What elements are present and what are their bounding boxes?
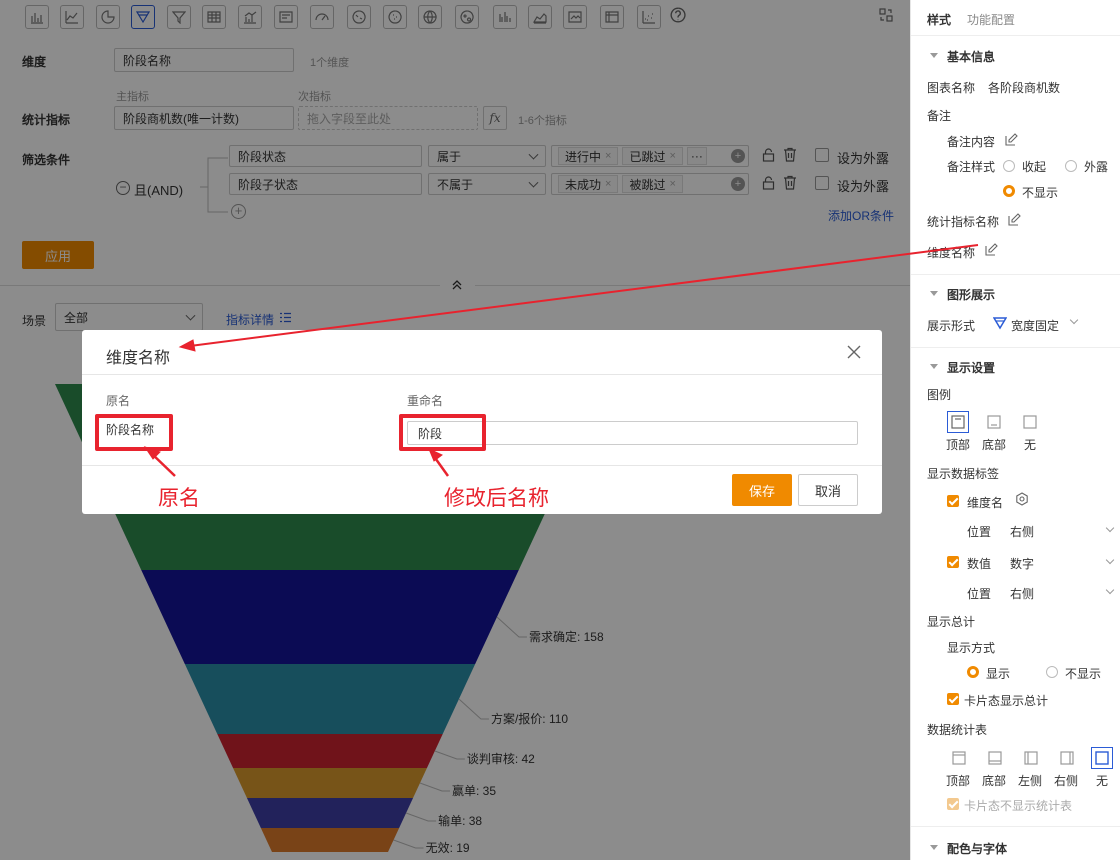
chart-name-label: 图表名称 — [927, 81, 976, 95]
chevron-down-icon[interactable] — [1069, 315, 1079, 325]
radio-collapse[interactable] — [1003, 160, 1015, 172]
cancel-button[interactable]: 取消 — [798, 474, 858, 506]
legend-bottom-icon[interactable] — [983, 411, 1005, 433]
section-display-settings: 显示设置 — [947, 361, 996, 375]
remark-content-label: 备注内容 — [947, 135, 996, 149]
stats-option-label: 顶部 — [946, 774, 971, 788]
radio-hide[interactable] — [1003, 185, 1015, 197]
dimension-name-checkbox[interactable] — [947, 495, 959, 507]
display-form-label: 展示形式 — [927, 319, 976, 333]
value-format[interactable]: 数字 — [1010, 555, 1034, 572]
tab-function[interactable]: 功能配置 — [967, 11, 1015, 28]
collapse-triangle-icon[interactable] — [930, 845, 938, 850]
stats-option-label: 底部 — [982, 774, 1007, 788]
funnel-icon — [993, 317, 1007, 330]
save-button[interactable]: 保存 — [732, 474, 792, 506]
section-basic-info: 基本信息 — [947, 50, 996, 64]
collapse-triangle-icon[interactable] — [930, 291, 938, 296]
settings-panel: 样式 功能配置 基本信息 图表名称 各阶段商机数 备注 备注内容 备注样式 收起… — [910, 0, 1120, 860]
dialog-title: 维度名称 — [106, 350, 171, 367]
gear-icon[interactable] — [1015, 492, 1029, 506]
legend-top-icon[interactable] — [947, 411, 969, 433]
stats-top-icon[interactable] — [948, 747, 970, 769]
metric-name-label: 统计指标名称 — [927, 215, 1000, 229]
section-color-font: 配色与字体 — [947, 842, 1008, 856]
radio-hide-total[interactable] — [1046, 666, 1058, 678]
col-rename-header: 重命名 — [407, 394, 444, 408]
radio-show-total[interactable] — [967, 666, 979, 678]
stats-option-label: 左侧 — [1018, 774, 1043, 788]
card-no-stats-checkbox[interactable] — [947, 798, 959, 810]
dialog-divider — [82, 465, 882, 466]
chevron-down-icon[interactable] — [1105, 585, 1115, 595]
dimension-name-check-label: 维度名 — [967, 496, 1004, 510]
collapse-triangle-icon[interactable] — [930, 364, 938, 369]
stats-none-icon[interactable] — [1091, 747, 1113, 769]
edit-icon[interactable] — [1008, 213, 1021, 226]
stats-option-label: 无 — [1096, 774, 1109, 788]
close-icon[interactable] — [846, 344, 862, 360]
col-original-header: 原名 — [106, 394, 131, 408]
position-value[interactable]: 右侧 — [1010, 585, 1034, 602]
divider — [911, 274, 1120, 275]
annotation-box-rename — [399, 414, 486, 451]
dimension-name-label: 维度名称 — [927, 246, 976, 260]
card-no-stats-label: 卡片态不显示统计表 — [964, 799, 1073, 813]
data-label-title: 显示数据标签 — [927, 467, 1000, 481]
remark-style-label: 备注样式 — [947, 160, 996, 174]
radio-expose[interactable] — [1065, 160, 1077, 172]
edit-icon[interactable] — [1005, 133, 1018, 146]
remark-label: 备注 — [927, 109, 952, 123]
legend-none-icon[interactable] — [1019, 411, 1041, 433]
tab-style[interactable]: 样式 — [927, 11, 951, 28]
stats-option-label: 右侧 — [1054, 774, 1079, 788]
display-form-value[interactable]: 宽度固定 — [1011, 317, 1059, 334]
position-value[interactable]: 右侧 — [1010, 523, 1034, 540]
position-label: 位置 — [967, 587, 992, 601]
stats-table-label: 数据统计表 — [927, 723, 988, 737]
value-check-label: 数值 — [967, 557, 992, 571]
total-label: 显示总计 — [927, 615, 976, 629]
radio-label: 外露 — [1084, 160, 1109, 174]
stats-bottom-icon[interactable] — [984, 747, 1006, 769]
stats-right-icon[interactable] — [1056, 747, 1078, 769]
value-checkbox[interactable] — [947, 556, 959, 568]
legend-option-label: 无 — [1024, 438, 1037, 452]
chevron-down-icon[interactable] — [1105, 523, 1115, 533]
annotation-original-label: 原名 — [158, 487, 200, 510]
position-label: 位置 — [967, 525, 992, 539]
stats-left-icon[interactable] — [1020, 747, 1042, 769]
section-graph-display: 图形展示 — [947, 288, 996, 302]
chevron-down-icon[interactable] — [1105, 555, 1115, 565]
card-total-label: 卡片态显示总计 — [964, 694, 1049, 708]
edit-icon[interactable] — [985, 243, 998, 256]
legend-option-label: 底部 — [982, 438, 1007, 452]
legend-option-label: 顶部 — [946, 438, 971, 452]
radio-label: 不显示 — [1022, 186, 1059, 200]
annotation-renamed-label: 修改后名称 — [444, 487, 549, 510]
divider — [911, 347, 1120, 348]
divider — [911, 35, 1120, 36]
radio-label: 显示 — [986, 667, 1011, 681]
radio-label: 不显示 — [1065, 667, 1102, 681]
annotation-box-original — [95, 414, 173, 451]
chart-name-value[interactable]: 各阶段商机数 — [988, 79, 1060, 96]
card-total-checkbox[interactable] — [947, 693, 959, 705]
radio-label: 收起 — [1022, 160, 1047, 174]
dialog-divider — [82, 374, 882, 375]
divider — [911, 826, 1120, 827]
legend-label: 图例 — [927, 388, 952, 402]
total-mode-label: 显示方式 — [947, 641, 996, 655]
collapse-triangle-icon[interactable] — [930, 53, 938, 58]
